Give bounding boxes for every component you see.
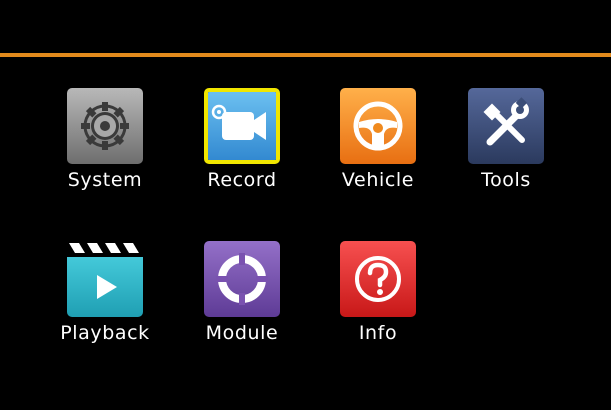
gear-icon <box>67 88 143 164</box>
menu-item-record[interactable]: Record <box>187 88 297 200</box>
menu-item-tools[interactable]: Tools <box>451 88 561 200</box>
main-menu-screen: System Record Vehicle Tools Playback Mod… <box>0 0 611 410</box>
menu-item-module[interactable]: Module <box>187 241 297 353</box>
steering-wheel-icon <box>340 88 416 164</box>
clapperboard-play-icon <box>67 241 143 317</box>
menu-item-system[interactable]: System <box>50 88 160 200</box>
info-tile[interactable] <box>340 241 416 317</box>
menu-item-playback[interactable]: Playback <box>50 241 160 353</box>
question-mark-icon <box>340 241 416 317</box>
menu-item-label: Info <box>358 322 398 344</box>
header-divider <box>0 53 611 57</box>
playback-tile[interactable] <box>67 241 143 317</box>
lifebuoy-icon <box>204 241 280 317</box>
video-camera-icon <box>208 92 276 160</box>
menu-item-label: Module <box>205 322 279 344</box>
system-tile[interactable] <box>67 88 143 164</box>
menu-item-vehicle[interactable]: Vehicle <box>323 88 433 200</box>
tools-tile[interactable] <box>468 88 544 164</box>
wrench-screwdriver-icon <box>468 88 544 164</box>
menu-item-label: Playback <box>60 322 150 344</box>
vehicle-tile[interactable] <box>340 88 416 164</box>
module-tile[interactable] <box>204 241 280 317</box>
record-tile[interactable] <box>204 88 280 164</box>
menu-item-info[interactable]: Info <box>323 241 433 353</box>
menu-item-label: System <box>67 169 143 191</box>
menu-item-label: Record <box>207 169 277 191</box>
menu-item-label: Tools <box>481 169 531 191</box>
